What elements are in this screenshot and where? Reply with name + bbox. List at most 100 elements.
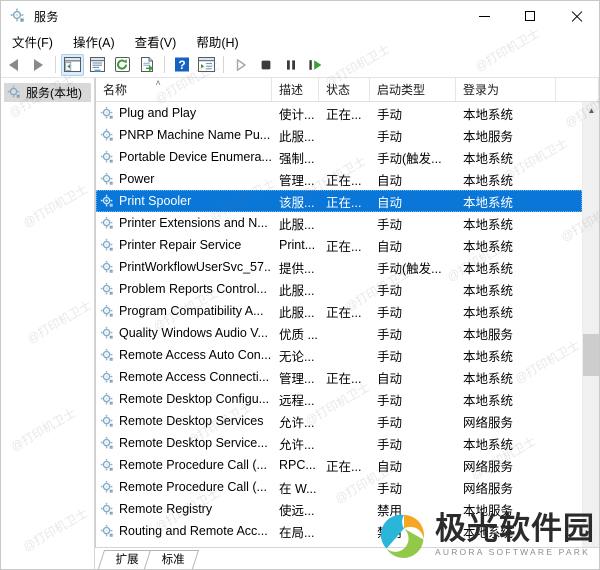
table-row[interactable]: PNRP Machine Name Pu... 此服... 手动 本地服务 <box>96 124 582 146</box>
table-row[interactable]: Printer Repair Service Print... 正在... 自动 本地系… <box>96 234 582 256</box>
export-list-button[interactable] <box>136 54 159 76</box>
cell-startup: 自动 <box>377 371 403 386</box>
pause-service-button[interactable] <box>279 54 302 76</box>
service-gear-icon <box>100 392 113 405</box>
cell-status: 正在... <box>326 195 362 210</box>
table-row[interactable]: Remote Desktop Configu... 远程... 手动 本地系统 <box>96 388 582 410</box>
column-header-description[interactable]: 描述 <box>272 78 319 101</box>
service-gear-icon <box>100 238 113 251</box>
table-row[interactable]: Remote Procedure Call (... RPC... 正在... 自动 网… <box>96 454 582 476</box>
menu-file[interactable]: 文件(F) <box>3 30 62 53</box>
cell-desc: 此服... <box>279 129 315 144</box>
maximize-icon <box>525 11 535 21</box>
service-name-label: Remote Access Auto Con... <box>119 348 272 362</box>
column-header-description-label: 描述 <box>279 83 304 97</box>
service-name-label: Remote Desktop Service... <box>119 436 268 450</box>
sidebar-item-services-local[interactable]: 服务(本地) <box>4 83 91 102</box>
table-row[interactable]: Remote Procedure Call (... 在 W... 手动 网络服务 <box>96 476 582 498</box>
table-row[interactable]: Routing and Remote Acc... 在局... 禁用 本地系统 <box>96 520 582 542</box>
view-detail-button[interactable] <box>195 54 218 76</box>
toolbar: ? <box>1 52 599 78</box>
cell-startup: 自动 <box>377 239 403 254</box>
vertical-scrollbar[interactable]: ▲ ▼ <box>582 102 599 569</box>
cell-desc: Print... <box>279 238 316 252</box>
cell-logon: 网络服务 <box>463 415 514 430</box>
cell-startup: 手动(触发... <box>377 261 442 276</box>
cell-service-name: Quality Windows Audio V... <box>96 326 272 341</box>
cell-logon: 本地系统 <box>463 261 514 276</box>
menu-view[interactable]: 查看(V) <box>126 30 186 53</box>
cell-status: 正在... <box>326 459 362 474</box>
scroll-up-button[interactable]: ▲ <box>583 102 599 119</box>
back-button[interactable] <box>2 54 25 76</box>
table-row[interactable]: Remote Desktop Services 允许... 手动 网络服务 <box>96 410 582 432</box>
table-row[interactable]: Portable Device Enumera... 强制... 手动(触发... 本… <box>96 146 582 168</box>
table-row[interactable]: Printer Extensions and N... 此服... 手动 本地系统 <box>96 212 582 234</box>
column-header-startup-type-label: 启动类型 <box>377 83 426 97</box>
table-row[interactable]: Remote Access Connecti... 管理... 正在... 自动 本地系… <box>96 366 582 388</box>
cell-service-name: Problem Reports Control... <box>96 282 272 297</box>
service-name-label: Printer Extensions and N... <box>119 216 268 230</box>
service-gear-icon <box>100 172 113 185</box>
cell-service-name: Remote Access Connecti... <box>96 370 272 385</box>
cell-startup: 自动 <box>377 173 403 188</box>
cell-logon: 本地系统 <box>463 437 514 452</box>
tab-extended-label: 扩展 <box>115 554 139 566</box>
service-name-label: Portable Device Enumera... <box>119 150 272 164</box>
table-row[interactable]: PrintWorkflowUserSvc_57... 提供... 手动(触发... 本… <box>96 256 582 278</box>
scrollbar-thumb[interactable] <box>583 334 599 376</box>
restart-service-button[interactable] <box>304 54 327 76</box>
toolbar-separator-3 <box>223 56 224 73</box>
service-gear-icon <box>100 480 113 493</box>
service-gear-icon <box>100 502 113 515</box>
cell-desc: 强制... <box>279 151 315 166</box>
column-header-log-on-as[interactable]: 登录为 <box>456 78 556 101</box>
cell-service-name: PrintWorkflowUserSvc_57... <box>96 260 272 275</box>
menu-help[interactable]: 帮助(H) <box>187 30 247 53</box>
service-gear-icon <box>100 150 113 163</box>
cell-startup: 手动 <box>377 305 403 320</box>
show-hide-tree-button[interactable] <box>61 53 84 76</box>
column-header-status[interactable]: 状态 <box>319 78 370 101</box>
stop-service-button[interactable] <box>254 54 277 76</box>
table-row[interactable]: Print Spooler 该服... 正在... 自动 本地系统 <box>96 190 582 212</box>
column-header-startup-type[interactable]: 启动类型 <box>370 78 456 101</box>
cell-startup: 手动 <box>377 349 403 364</box>
cell-desc: 此服... <box>279 283 315 298</box>
cell-startup: 手动 <box>377 481 403 496</box>
column-header-status-label: 状态 <box>326 83 351 97</box>
table-row[interactable]: Quality Windows Audio V... 优质 ... 手动 本地服务 <box>96 322 582 344</box>
cell-service-name: Portable Device Enumera... <box>96 150 272 165</box>
service-name-label: Remote Desktop Configu... <box>119 392 270 406</box>
menu-action[interactable]: 操作(A) <box>64 30 124 53</box>
service-gear-icon <box>100 216 113 229</box>
tab-standard[interactable]: 标准 <box>143 550 200 569</box>
start-service-button[interactable] <box>229 54 252 76</box>
table-row[interactable]: Problem Reports Control... 此服... 手动 本地系统 <box>96 278 582 300</box>
table-row[interactable]: Remote Registry 使远... 禁用 本地服务 <box>96 498 582 520</box>
table-row[interactable]: Plug and Play 使计... 正在... 手动 本地系统 <box>96 102 582 124</box>
cell-status: 正在... <box>326 107 362 122</box>
refresh-button[interactable] <box>111 54 134 76</box>
column-header-name-label: 名称 <box>103 83 128 97</box>
cell-startup: 手动 <box>377 327 403 342</box>
table-row[interactable]: Power 管理... 正在... 自动 本地系统 <box>96 168 582 190</box>
service-gear-icon <box>100 414 113 427</box>
properties-window-icon <box>90 56 105 72</box>
service-name-label: Quality Windows Audio V... <box>119 326 268 340</box>
service-name-label: Print Spooler <box>119 194 192 208</box>
table-row[interactable]: Remote Access Auto Con... 无论... 手动 本地系统 <box>96 344 582 366</box>
cell-logon: 本地服务 <box>463 503 514 518</box>
window-controls <box>461 1 599 31</box>
minimize-button[interactable] <box>461 1 507 31</box>
maximize-button[interactable] <box>507 1 553 31</box>
table-row[interactable]: Remote Desktop Service... 允许... 手动 本地系统 <box>96 432 582 454</box>
help-button[interactable]: ? <box>170 54 193 76</box>
cell-service-name: Remote Desktop Services <box>96 414 272 429</box>
forward-button[interactable] <box>27 54 50 76</box>
toolbar-separator-2 <box>164 56 165 73</box>
properties-button[interactable] <box>86 54 109 76</box>
column-header-name[interactable]: 名称 ˄ <box>96 78 272 101</box>
table-row[interactable]: Program Compatibility A... 此服... 正在... 手动 本地… <box>96 300 582 322</box>
close-button[interactable] <box>553 1 599 31</box>
